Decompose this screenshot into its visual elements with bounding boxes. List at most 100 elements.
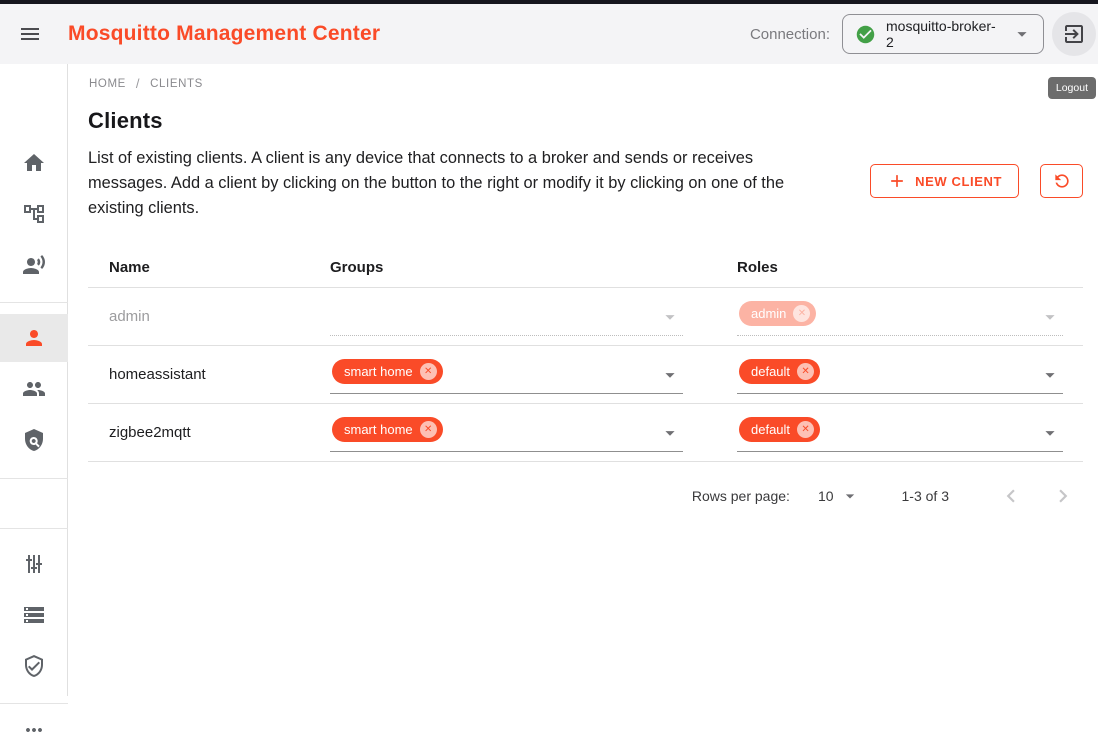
- sidebar-item-people[interactable]: [0, 365, 68, 413]
- client-row-zigbee2mqtt[interactable]: zigbee2mqtt smart home ✕ default ✕: [88, 404, 1083, 462]
- breadcrumb-home[interactable]: HOME: [89, 78, 126, 90]
- tag-chip[interactable]: admin ✕: [739, 301, 816, 326]
- groups-select[interactable]: [330, 298, 683, 336]
- person-icon: [22, 326, 46, 350]
- check-circle-icon: [855, 24, 876, 45]
- remove-chip-icon[interactable]: ✕: [797, 421, 814, 438]
- table-body: adminadmin✕homeassistantsmart home✕defau…: [88, 288, 1083, 462]
- chevron-down-icon: [659, 364, 681, 386]
- table-pagination: Rows per page: 10 1-3 of 3: [88, 462, 1083, 530]
- people-icon: [22, 377, 46, 401]
- logout-icon: [1062, 22, 1086, 46]
- sidebar-divider: [0, 302, 68, 303]
- remove-chip-icon[interactable]: ✕: [420, 363, 437, 380]
- sidebar-item-person[interactable]: [0, 314, 68, 362]
- pagination-range: 1-3 of 3: [902, 488, 949, 504]
- storage-list-icon: [22, 603, 46, 627]
- connection-label: Connection:: [750, 26, 830, 43]
- chevron-left-icon: [998, 483, 1024, 509]
- rows-per-page-value: 10: [818, 488, 834, 504]
- sidebar-item-home[interactable]: [0, 139, 68, 187]
- client-groups-cell: smart home ✕: [330, 414, 737, 452]
- new-client-label: NEW CLIENT: [915, 174, 1002, 189]
- rows-per-page-select[interactable]: 10: [818, 486, 860, 506]
- intro-row: List of existing clients. A client is an…: [88, 146, 1083, 221]
- sidebar: [0, 64, 68, 696]
- page-description: List of existing clients. A client is an…: [88, 146, 836, 221]
- topology-icon: [22, 202, 46, 226]
- remove-chip-icon[interactable]: ✕: [793, 305, 810, 322]
- connection-value: mosquitto-broker-2: [886, 18, 1001, 50]
- client-name: admin: [88, 308, 330, 325]
- tag-chip[interactable]: smart home ✕: [332, 359, 443, 384]
- main-content: HOME / CLIENTS Clients List of existing …: [68, 64, 1098, 696]
- chevron-down-icon: [1011, 23, 1033, 45]
- breadcrumb: HOME / CLIENTS: [89, 76, 1083, 91]
- sidebar-divider: [0, 528, 68, 529]
- column-header-name: Name: [88, 259, 330, 276]
- chevron-down-icon: [1039, 422, 1061, 444]
- tag-chip[interactable]: default ✕: [739, 359, 820, 384]
- chevron-right-icon: [1050, 483, 1076, 509]
- sidebar-divider: [0, 703, 68, 704]
- client-row-homeassistant[interactable]: homeassistant smart home ✕ default ✕: [88, 346, 1083, 404]
- chevron-down-icon: [1039, 364, 1061, 386]
- sidebar-item-verified-shield[interactable]: [0, 642, 68, 690]
- sidebar-divider: [0, 478, 68, 479]
- client-roles-cell: default ✕: [737, 356, 1083, 394]
- rows-per-page-label: Rows per page:: [692, 488, 790, 504]
- chip-label: smart home: [344, 364, 413, 379]
- logout-button[interactable]: [1052, 12, 1096, 56]
- sidebar-item-storage-list[interactable]: [0, 591, 68, 639]
- chip-label: default: [751, 422, 790, 437]
- sidebar-item-record-voice-over[interactable]: [0, 241, 68, 289]
- roles-select[interactable]: default ✕: [737, 414, 1063, 452]
- chevron-down-icon: [1039, 306, 1061, 328]
- connection-select[interactable]: mosquitto-broker-2: [842, 14, 1044, 54]
- client-roles-cell: admin ✕: [737, 298, 1083, 336]
- toolbar-actions: NEW CLIENT: [870, 164, 1083, 198]
- more-dots-icon: [22, 718, 46, 742]
- refresh-icon: [1052, 171, 1072, 191]
- sidebar-item-more-dots[interactable]: [0, 706, 68, 754]
- column-header-groups: Groups: [330, 259, 737, 276]
- chip-label: admin: [751, 306, 786, 321]
- new-client-button[interactable]: NEW CLIENT: [870, 164, 1019, 198]
- app-bar: Mosquitto Management Center Connection: …: [0, 4, 1098, 64]
- breadcrumb-separator: /: [136, 76, 140, 91]
- roles-select[interactable]: default ✕: [737, 356, 1063, 394]
- client-roles-cell: default ✕: [737, 414, 1083, 452]
- next-page-button[interactable]: [1043, 476, 1083, 516]
- verified-shield-icon: [22, 654, 46, 678]
- app-title: Mosquitto Management Center: [68, 22, 380, 46]
- table-header-row: Name Groups Roles: [88, 248, 1083, 288]
- remove-chip-icon[interactable]: ✕: [420, 421, 437, 438]
- chevron-down-icon: [659, 306, 681, 328]
- chevron-down-icon: [840, 486, 860, 506]
- breadcrumb-clients: CLIENTS: [150, 78, 203, 90]
- column-header-roles: Roles: [737, 259, 1083, 276]
- client-groups-cell: smart home ✕: [330, 356, 737, 394]
- groups-select[interactable]: smart home ✕: [330, 414, 683, 452]
- plus-icon: [887, 171, 907, 191]
- sliders-icon: [22, 552, 46, 576]
- refresh-button[interactable]: [1040, 164, 1083, 198]
- hamburger-icon: [18, 22, 42, 46]
- clients-table: Name Groups Roles adminadmin✕homeassista…: [88, 248, 1083, 462]
- client-name: zigbee2mqtt: [88, 424, 330, 441]
- sidebar-item-sliders[interactable]: [0, 540, 68, 588]
- sidebar-item-policy-shield[interactable]: [0, 416, 68, 464]
- previous-page-button[interactable]: [991, 476, 1031, 516]
- client-row-admin[interactable]: admin admin ✕: [88, 288, 1083, 346]
- groups-select[interactable]: smart home ✕: [330, 356, 683, 394]
- sidebar-item-topology[interactable]: [0, 190, 68, 238]
- record-voice-over-icon: [22, 253, 46, 277]
- remove-chip-icon[interactable]: ✕: [797, 363, 814, 380]
- chip-label: smart home: [344, 422, 413, 437]
- chip-label: default: [751, 364, 790, 379]
- tag-chip[interactable]: default ✕: [739, 417, 820, 442]
- menu-toggle-button[interactable]: [6, 10, 54, 58]
- tag-chip[interactable]: smart home ✕: [332, 417, 443, 442]
- client-name: homeassistant: [88, 366, 330, 383]
- roles-select[interactable]: admin ✕: [737, 298, 1063, 336]
